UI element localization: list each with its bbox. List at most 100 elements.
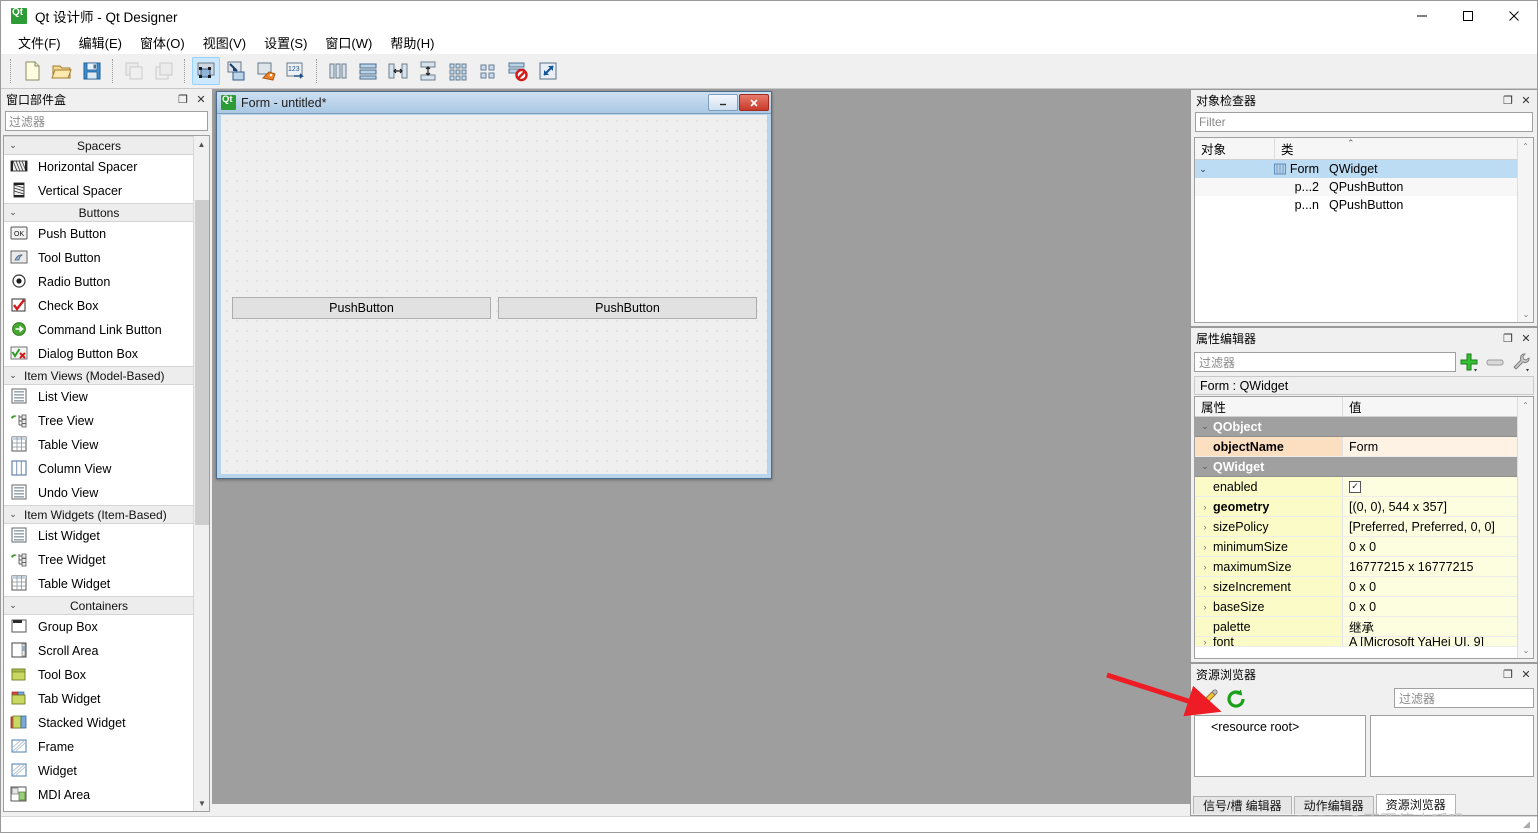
layout-vertically-button[interactable] [354,57,382,85]
list-item-column-view[interactable]: Column View [4,457,194,481]
maximize-button[interactable] [1445,1,1491,31]
tab-signal-slot-editor[interactable]: 信号/槽 编辑器 [1193,796,1292,814]
form-close-button[interactable] [739,94,769,111]
widget-box-close-button[interactable]: ✕ [192,91,210,107]
menu-settings[interactable]: 设置(S) [255,30,316,55]
list-item-table-view[interactable]: Table View [4,433,194,457]
property-row-minimumsize[interactable]: ›minimumSize 0 x 0 [1195,537,1533,557]
layout-splitter-horizontal-button[interactable] [384,57,412,85]
chevron-right-icon[interactable]: › [1197,542,1213,552]
list-item-tool-box[interactable]: Tool Box [4,663,194,687]
list-item-frame[interactable]: Frame [4,735,194,759]
form-canvas[interactable]: PushButton PushButton [221,115,767,474]
widget-box-float-button[interactable]: ❐ [174,91,192,107]
property-value[interactable]: 0 x 0 [1343,577,1533,596]
property-value[interactable]: 0 x 0 [1343,537,1533,556]
list-item-scroll-area[interactable]: Scroll Area [4,639,194,663]
property-table-scrollbar[interactable]: ⌃ ⌄ [1517,397,1533,658]
scroll-down-arrow-icon[interactable]: ▼ [194,795,210,811]
list-item-list-view[interactable]: List View [4,385,194,409]
column-header-property[interactable]: 属性 [1195,397,1343,416]
scroll-up-arrow-icon[interactable]: ▲ [194,136,209,152]
property-row-palette[interactable]: palette 继承 [1195,617,1533,637]
property-group-qobject[interactable]: ⌄QObject [1195,417,1533,437]
chevron-down-icon[interactable]: ⌄ [1197,461,1213,472]
list-item-tree-widget[interactable]: Tree Widget [4,548,194,572]
scrollbar-thumb[interactable] [195,200,209,525]
list-item-list-widget[interactable]: List Widget [4,524,194,548]
list-item-check-box[interactable]: Check Box [4,294,194,318]
property-row-geometry[interactable]: ›geometry [(0, 0), 544 x 357] [1195,497,1533,517]
save-form-button[interactable] [78,57,106,85]
menu-edit[interactable]: 编辑(E) [70,30,131,55]
form-minimize-button[interactable] [708,94,738,111]
scroll-down-arrow-icon[interactable]: ⌄ [1518,642,1534,658]
layout-splitter-vertical-button[interactable] [414,57,442,85]
undo-button[interactable] [120,57,148,85]
remove-dynamic-property-button[interactable] [1482,351,1508,373]
edit-resources-button[interactable] [1194,687,1222,711]
property-row-sizeincrement[interactable]: ›sizeIncrement 0 x 0 [1195,577,1533,597]
chevron-right-icon[interactable]: › [1197,637,1213,646]
widget-group-containers[interactable]: ⌄ Containers [4,596,194,615]
list-item-horizontal-spacer[interactable]: Horizontal Spacer [4,155,194,179]
list-item-undo-view[interactable]: Undo View [4,481,194,505]
chevron-right-icon[interactable]: › [1197,582,1213,592]
property-editor-close-button[interactable]: ✕ [1517,330,1535,346]
menu-file[interactable]: 文件(F) [9,30,70,55]
form-pushbutton-2[interactable]: PushButton [498,297,757,319]
property-value[interactable]: Form [1343,437,1533,456]
table-row[interactable]: ⌄ Form QWidget [1195,160,1533,178]
menu-help[interactable]: 帮助(H) [381,30,443,55]
list-item-mdi-area[interactable]: MDI Area [4,783,194,807]
property-value[interactable]: 16777215 x 16777215 [1343,557,1533,576]
list-item-vertical-spacer[interactable]: Vertical Spacer [4,179,194,203]
object-inspector-close-button[interactable]: ✕ [1517,92,1535,108]
widget-box-filter-input[interactable]: 过滤器 [5,111,208,131]
scroll-down-arrow-icon[interactable]: ⌄ [1518,306,1534,322]
column-header-object[interactable]: 对象 [1195,138,1275,159]
list-item-tool-button[interactable]: Tool Button [4,246,194,270]
chevron-down-icon[interactable]: ⌄ [1195,164,1211,175]
minimize-button[interactable] [1399,1,1445,31]
property-value[interactable]: 0 x 0 [1343,597,1533,616]
resource-preview-list[interactable] [1370,715,1534,777]
enabled-checkbox[interactable]: ✓ [1349,481,1361,493]
layout-horizontally-button[interactable] [324,57,352,85]
adjust-size-button[interactable] [534,57,562,85]
edit-tab-order-button[interactable]: 123 [282,57,310,85]
widget-group-spacers[interactable]: ⌄ Spacers [4,136,194,155]
list-item-push-button[interactable]: OK Push Button [4,222,194,246]
scroll-up-arrow-icon[interactable]: ⌃ [1518,397,1533,413]
table-row[interactable]: p...n QPushButton [1195,196,1533,214]
resource-tree[interactable]: <resource root> [1194,715,1366,777]
open-form-button[interactable] [48,57,76,85]
object-inspector-scrollbar[interactable]: ⌃ ⌄ [1517,138,1533,322]
object-inspector-float-button[interactable]: ❐ [1499,92,1517,108]
form-pushbutton-1[interactable]: PushButton [232,297,491,319]
resize-grip-icon[interactable]: ◢ [1523,819,1535,831]
column-header-class[interactable]: 类 [1275,138,1533,159]
widget-box-scrollbar[interactable]: ▲ ▼ [193,136,209,811]
new-form-button[interactable] [18,57,46,85]
form-preview-window[interactable]: Form - untitled* PushButton PushButton [216,91,772,479]
property-row-maximumsize[interactable]: ›maximumSize 16777215 x 16777215 [1195,557,1533,577]
edit-signals-slots-button[interactable] [222,57,250,85]
chevron-right-icon[interactable]: › [1197,602,1213,612]
redo-button[interactable] [150,57,178,85]
property-group-qwidget[interactable]: ⌄QWidget [1195,457,1533,477]
table-row[interactable]: p...2 QPushButton [1195,178,1533,196]
property-row-font[interactable]: ›font A [Microsoft YaHei UI, 9] [1195,637,1533,647]
list-item-group-box[interactable]: Group Box [4,615,194,639]
add-dynamic-property-button[interactable] [1456,351,1482,373]
property-value[interactable]: 继承 [1343,617,1533,636]
property-editor-float-button[interactable]: ❐ [1499,330,1517,346]
edit-widgets-button[interactable] [192,57,220,85]
break-layout-button[interactable] [504,57,532,85]
column-header-value[interactable]: 值 [1343,397,1533,416]
layout-form-button[interactable] [474,57,502,85]
property-value[interactable]: A [Microsoft YaHei UI, 9] [1343,637,1533,646]
reload-resources-button[interactable] [1222,687,1250,711]
list-item-tab-widget[interactable]: Tab Widget [4,687,194,711]
chevron-right-icon[interactable]: › [1197,502,1213,512]
